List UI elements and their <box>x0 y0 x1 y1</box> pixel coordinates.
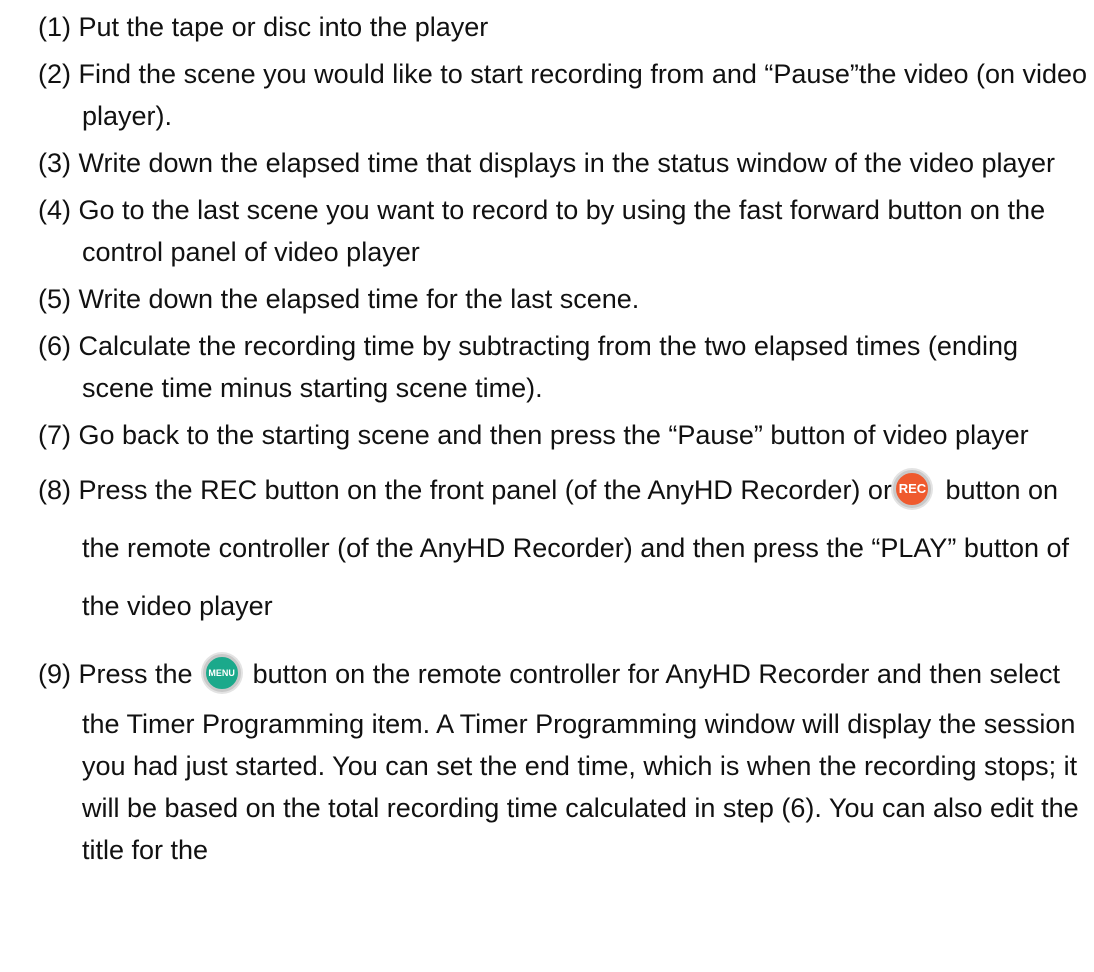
step-number: (2) <box>38 59 71 89</box>
instruction-document: (1) Put the tape or disc into the player… <box>38 0 1090 871</box>
step-text: Find the scene you would like to start r… <box>78 59 1088 131</box>
step-text: Write down the elapsed time that display… <box>78 148 1056 178</box>
step-text: Put the tape or disc into the player <box>78 12 489 42</box>
step-number: (5) <box>38 284 71 314</box>
menu-button-icon: MENU <box>202 653 241 692</box>
step-number: (3) <box>38 148 71 178</box>
step-6: (6) Calculate the recording time by subt… <box>38 325 1090 409</box>
step-text-after: button on the remote controller for AnyH… <box>82 659 1079 865</box>
step-1: (1) Put the tape or disc into the player <box>38 6 1090 48</box>
step-4: (4) Go to the last scene you want to rec… <box>38 189 1090 273</box>
step-8: (8) Press the REC button on the front pa… <box>38 461 1090 635</box>
step-7: (7) Go back to the starting scene and th… <box>38 414 1090 456</box>
step-number: (4) <box>38 195 71 225</box>
step-text: Write down the elapsed time for the last… <box>78 284 640 314</box>
rec-button-icon: REC <box>893 469 932 508</box>
step-number: (1) <box>38 12 71 42</box>
step-number: (7) <box>38 420 71 450</box>
step-text-before: Press the REC button on the front panel … <box>78 475 892 505</box>
step-number: (8) <box>38 475 71 505</box>
step-number: (6) <box>38 331 71 361</box>
step-text: Go to the last scene you want to record … <box>78 195 1046 267</box>
step-2: (2) Find the scene you would like to sta… <box>38 53 1090 137</box>
step-text: Calculate the recording time by subtract… <box>78 331 1018 403</box>
step-number: (9) <box>38 659 71 689</box>
step-3: (3) Write down the elapsed time that dis… <box>38 142 1090 184</box>
step-9: (9) Press the MENU button on the remote co… <box>38 645 1090 871</box>
step-text: Go back to the starting scene and then p… <box>78 420 1029 450</box>
step-5: (5) Write down the elapsed time for the … <box>38 278 1090 320</box>
step-text-before: Press the <box>78 659 193 689</box>
